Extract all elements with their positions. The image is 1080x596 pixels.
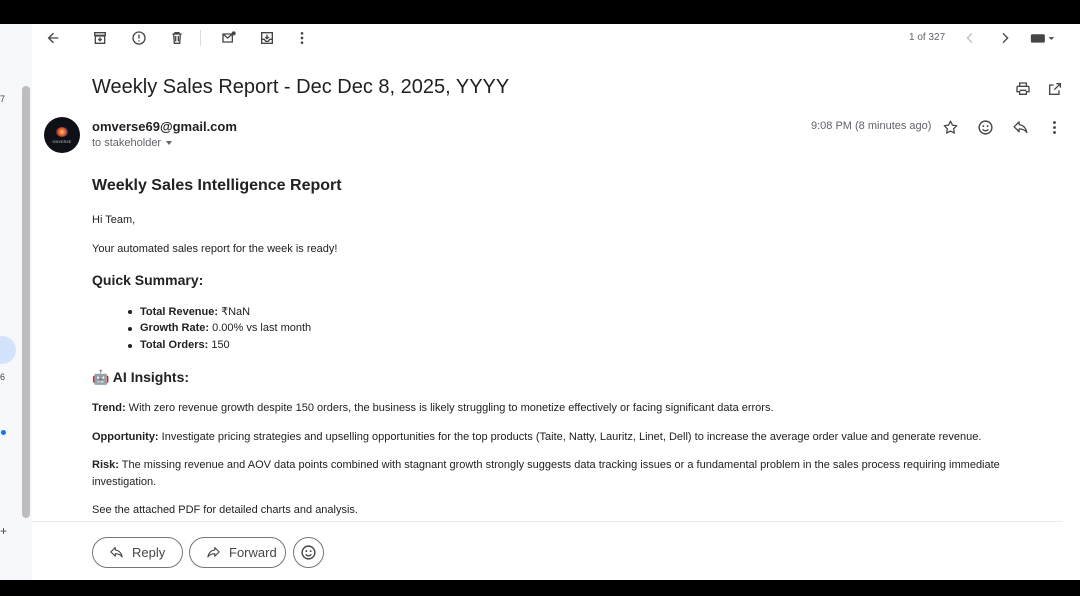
- delete-icon[interactable]: [168, 29, 186, 47]
- list-item: Total Revenue: ₹NaN: [127, 305, 311, 322]
- sidebar-active-pill[interactable]: [0, 336, 16, 364]
- toolbar-divider: [200, 30, 201, 46]
- insight-risk: Risk: The missing revenue and AOV data p…: [92, 459, 1000, 488]
- smiley-icon: [301, 545, 316, 560]
- list-item: Total Orders: 150: [127, 339, 311, 356]
- greeting-text: Hi Team,: [92, 214, 136, 226]
- reply-icon[interactable]: [1010, 117, 1030, 137]
- bottom-black-bar: [0, 580, 1080, 596]
- email-timestamp: 9:08 PM (8 minutes ago): [811, 120, 932, 132]
- recipient-dropdown-icon[interactable]: [166, 141, 173, 146]
- message-toolbar: 1 of 327: [32, 24, 1080, 52]
- report-spam-icon[interactable]: [130, 29, 148, 47]
- insight-opportunity: Opportunity: Investigate pricing strateg…: [92, 431, 982, 443]
- sender-email[interactable]: omverse69@gmail.com: [92, 119, 237, 134]
- actions-divider: [32, 521, 1062, 522]
- more-vert-icon[interactable]: [293, 29, 311, 47]
- avatar-logo-icon: [56, 127, 68, 137]
- forward-arrow-icon: [207, 546, 220, 558]
- keyboard-input-icon[interactable]: [1028, 29, 1058, 47]
- reply-button[interactable]: Reply: [92, 537, 183, 568]
- report-heading: Weekly Sales Intelligence Report: [92, 177, 342, 194]
- summary-list: Total Revenue: ₹NaN Growth Rate: 0.00% v…: [127, 305, 311, 356]
- newer-chevron-left-icon[interactable]: [961, 29, 979, 47]
- archive-icon[interactable]: [91, 29, 109, 47]
- intro-text: Your automated sales report for the week…: [92, 243, 338, 255]
- add-label-icon[interactable]: +: [0, 524, 7, 538]
- scrollbar-thumb[interactable]: [22, 86, 30, 518]
- mark-unread-icon[interactable]: [220, 29, 238, 47]
- insights-heading: 🤖 AI Insights:: [92, 369, 190, 385]
- list-item: Growth Rate: 0.00% vs last month: [127, 322, 311, 339]
- sidebar-count-2: 6: [0, 372, 6, 382]
- summary-heading: Quick Summary:: [92, 272, 204, 288]
- open-new-window-icon[interactable]: [1046, 80, 1064, 98]
- forward-label: Forward: [229, 545, 277, 560]
- older-chevron-right-icon[interactable]: [996, 29, 1014, 47]
- top-black-bar: [0, 0, 1080, 24]
- page-count: 1 of 327: [909, 32, 946, 43]
- print-icon[interactable]: [1014, 80, 1032, 98]
- emoji-reaction-icon[interactable]: [975, 117, 995, 137]
- gmail-screen: 7 6 + 1 of 327 Weekly Sales Report - Dec…: [0, 24, 1080, 580]
- reply-arrow-icon: [110, 546, 123, 558]
- recipient-text: to stakeholder: [92, 137, 162, 149]
- move-to-icon[interactable]: [258, 29, 276, 47]
- more-options-icon[interactable]: [1044, 117, 1064, 137]
- email-subject: Weekly Sales Report - Dec Dec 8, 2025, Y…: [92, 76, 510, 98]
- avatar-logo-text: OMVERSE: [52, 140, 72, 144]
- emoji-react-button[interactable]: [293, 537, 324, 568]
- forward-button[interactable]: Forward: [189, 537, 286, 568]
- footer-text: See the attached PDF for detailed charts…: [92, 504, 358, 516]
- reply-label: Reply: [132, 545, 166, 560]
- back-arrow-icon[interactable]: [44, 29, 62, 47]
- insight-trend: Trend: With zero revenue growth despite …: [92, 402, 774, 414]
- sidebar-count-1: 7: [0, 94, 6, 104]
- unread-dot: [1, 430, 6, 435]
- sender-avatar[interactable]: OMVERSE: [44, 117, 80, 153]
- star-icon[interactable]: [940, 117, 960, 137]
- recipient-line[interactable]: to stakeholder: [92, 137, 173, 149]
